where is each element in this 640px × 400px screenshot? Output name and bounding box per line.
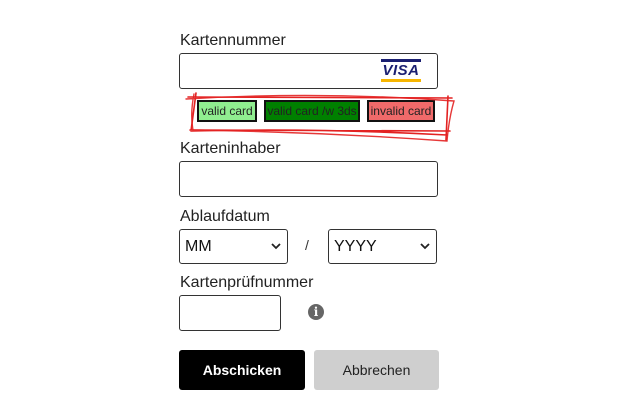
info-icon[interactable]: i bbox=[308, 304, 324, 320]
cvc-input[interactable] bbox=[180, 296, 280, 330]
valid-card-button[interactable]: valid card bbox=[197, 100, 257, 122]
card-holder-label: Karteninhaber bbox=[180, 140, 281, 157]
cvc-field[interactable] bbox=[179, 295, 281, 331]
expiry-year-select[interactable]: YYYY bbox=[328, 229, 437, 264]
card-number-label: Kartennummer bbox=[180, 32, 286, 49]
submit-button[interactable]: Abschicken bbox=[179, 350, 305, 390]
card-brand-text: VISA bbox=[382, 62, 420, 79]
valid-card-3ds-button[interactable]: valid card /w 3ds bbox=[264, 100, 360, 122]
chevron-down-icon bbox=[271, 243, 281, 250]
expiry-separator: / bbox=[305, 237, 309, 253]
invalid-card-button[interactable]: invalid card bbox=[367, 100, 435, 122]
cvc-label: Kartenprüfnummer bbox=[180, 274, 314, 291]
chevron-down-icon bbox=[420, 243, 430, 250]
cancel-button[interactable]: Abbrechen bbox=[314, 350, 439, 390]
card-holder-input[interactable] bbox=[180, 162, 437, 196]
expiry-month-select[interactable]: MM bbox=[179, 229, 288, 264]
card-holder-field[interactable] bbox=[179, 161, 438, 197]
visa-logo-icon: VISA bbox=[381, 59, 421, 85]
card-number-field[interactable]: VISA bbox=[179, 53, 438, 89]
expiry-month-value: MM bbox=[185, 237, 212, 255]
expiry-label: Ablaufdatum bbox=[180, 208, 270, 225]
expiry-year-value: YYYY bbox=[334, 237, 377, 255]
